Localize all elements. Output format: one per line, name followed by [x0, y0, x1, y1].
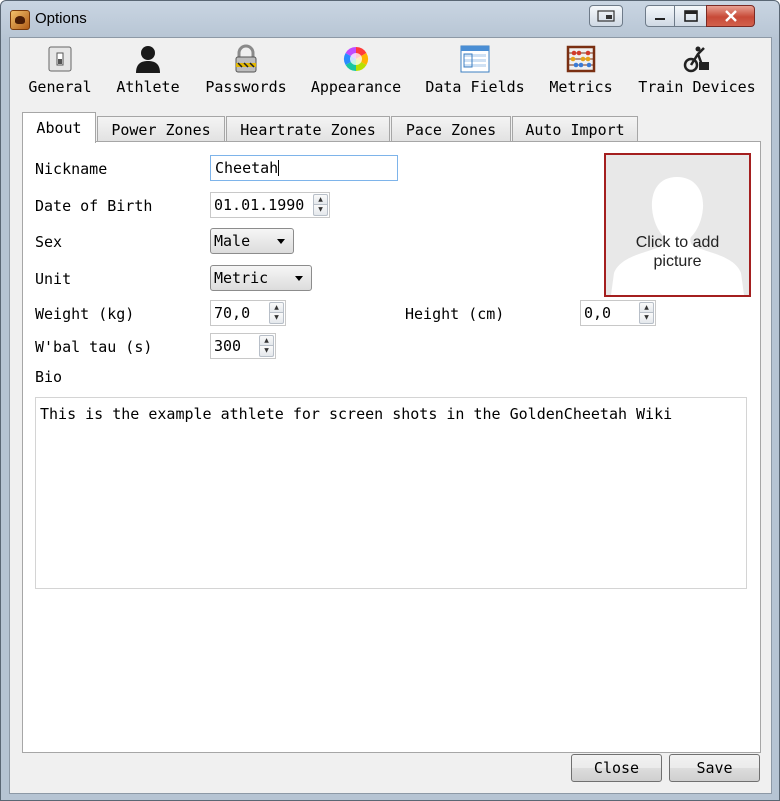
bio-label: Bio	[35, 368, 63, 386]
date-of-birth-field[interactable]: 01.01.1990 ▲ ▼	[210, 192, 330, 218]
down-arrow-icon[interactable]: ▼	[313, 205, 328, 216]
close-button[interactable]: Close	[571, 754, 662, 782]
close-window-button[interactable]	[706, 5, 755, 27]
up-arrow-icon[interactable]: ▲	[639, 302, 654, 313]
toolbar-metrics[interactable]: Metrics	[546, 44, 616, 98]
athlete-picture[interactable]: Click to add picture	[604, 153, 751, 297]
dropdown-arrow-icon	[295, 276, 303, 281]
tab-auto-import[interactable]: Auto Import	[512, 116, 638, 141]
maximize-button[interactable]	[674, 5, 707, 27]
minimize-button[interactable]	[645, 5, 675, 27]
nickname-label: Nickname	[35, 160, 108, 178]
general-icon	[44, 44, 76, 74]
unit-select[interactable]: Metric	[210, 265, 312, 291]
tab-about[interactable]: About	[22, 112, 96, 143]
restore-down-icon[interactable]	[589, 5, 623, 27]
window-title: Options	[35, 10, 87, 27]
date-of-birth-label: Date of Birth	[35, 197, 153, 215]
height-label: Height (cm)	[405, 305, 505, 323]
lock-icon	[230, 44, 262, 74]
weight-field[interactable]: 70,0 ▲ ▼	[210, 300, 286, 326]
options-window: Options General Athlete Passwords Appear…	[0, 0, 780, 801]
trainer-icon	[681, 44, 713, 74]
toolbar-data-fields[interactable]: Data Fields	[422, 44, 528, 98]
sex-label: Sex	[35, 233, 63, 251]
tab-heartrate-zones[interactable]: Heartrate Zones	[226, 116, 390, 141]
tab-pace-zones[interactable]: Pace Zones	[391, 116, 511, 141]
app-icon	[10, 10, 30, 30]
sex-select[interactable]: Male	[210, 228, 294, 254]
person-silhouette-icon	[606, 155, 749, 295]
tab-power-zones[interactable]: Power Zones	[97, 116, 225, 141]
down-arrow-icon[interactable]: ▼	[269, 313, 284, 324]
picture-caption-line1: Click to add	[635, 234, 720, 251]
toolbar-train-devices[interactable]: Train Devices	[634, 44, 760, 98]
toolbar-athlete[interactable]: Athlete	[114, 44, 182, 98]
abacus-icon	[565, 44, 597, 74]
up-arrow-icon[interactable]: ▲	[259, 335, 274, 346]
dropdown-arrow-icon	[277, 239, 285, 244]
toolbar-general[interactable]: General	[25, 44, 95, 98]
data-fields-icon	[459, 44, 491, 74]
color-wheel-icon	[340, 44, 372, 74]
options-toolbar: General Athlete Passwords Appearance Dat…	[10, 38, 771, 100]
wbal-tau-label: W'bal tau (s)	[35, 338, 153, 356]
toolbar-passwords[interactable]: Passwords	[202, 44, 290, 98]
weight-label: Weight (kg)	[35, 305, 135, 323]
toolbar-appearance[interactable]: Appearance	[308, 44, 404, 98]
nickname-input[interactable]: Cheetah	[210, 155, 398, 181]
bio-textarea[interactable]: This is the example athlete for screen s…	[35, 397, 747, 589]
down-arrow-icon[interactable]: ▼	[639, 313, 654, 324]
athlete-icon	[132, 44, 164, 74]
up-arrow-icon[interactable]: ▲	[313, 194, 328, 205]
up-arrow-icon[interactable]: ▲	[269, 302, 284, 313]
about-panel: Nickname Cheetah Date of Birth 01.01.199…	[22, 141, 761, 753]
height-field[interactable]: 0,0 ▲ ▼	[580, 300, 656, 326]
unit-label: Unit	[35, 270, 72, 288]
wbal-tau-field[interactable]: 300 ▲ ▼	[210, 333, 276, 359]
save-button[interactable]: Save	[669, 754, 760, 782]
title-bar[interactable]: Options	[1, 1, 779, 37]
picture-caption-line2: picture	[653, 253, 702, 270]
down-arrow-icon[interactable]: ▼	[259, 346, 274, 357]
options-client-area: General Athlete Passwords Appearance Dat…	[9, 37, 772, 794]
